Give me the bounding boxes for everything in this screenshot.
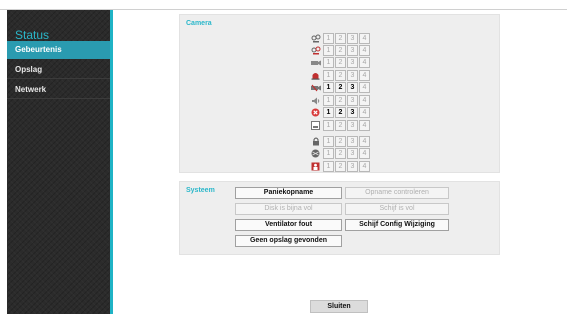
sidebar: Status Gebeurtenis Opslag Netwerk (7, 10, 110, 314)
camera-panel: Camera 123412341234123412341234123412341… (179, 14, 500, 173)
sidebar-item-netwerk[interactable]: Netwerk (7, 81, 110, 99)
channel-cell-3: 3 (347, 82, 358, 93)
channel-cell-4: 4 (359, 33, 370, 44)
channel-cell-2: 2 (335, 95, 346, 106)
disk-config-change-button[interactable]: Schijf Config Wijziging (345, 219, 449, 231)
channel-cell-4: 4 (359, 107, 370, 118)
no-storage-found-button[interactable]: Geen opslag gevonden (235, 235, 342, 247)
channel-cell-3: 3 (347, 107, 358, 118)
video-loss-icon (310, 83, 321, 93)
channel-cell-3: 3 (347, 161, 358, 172)
person-icon (310, 162, 321, 172)
channel-cell-1: 1 (323, 70, 334, 81)
camera-row: 1234 (310, 57, 371, 68)
panic-record-button[interactable]: Paniekopname (235, 187, 342, 199)
sidebar-accent-bar (110, 10, 113, 314)
disk-almost-full-button[interactable]: Disk is bijna vol (235, 203, 342, 215)
camera-row: 1234 (310, 70, 371, 81)
channel-cell-2: 2 (335, 136, 346, 147)
channel-cell-3: 3 (347, 120, 358, 131)
channel-cell-1: 1 (323, 57, 334, 68)
system-title: Systeem (186, 187, 215, 194)
channel-cell-3: 3 (347, 33, 358, 44)
camera-row: 1234 (310, 33, 371, 44)
camera-icon (310, 58, 321, 68)
channel-cell-2: 2 (335, 82, 346, 93)
channel-cell-1: 1 (323, 95, 334, 106)
channel-cell-2: 2 (335, 107, 346, 118)
disk-full-button[interactable]: Schijf is vol (345, 203, 449, 215)
camera-row: 1234 (310, 45, 371, 56)
channel-cell-3: 3 (347, 136, 358, 147)
channel-cell-2: 2 (335, 70, 346, 81)
channel-cell-2: 2 (335, 57, 346, 68)
channel-cell-1: 1 (323, 45, 334, 56)
sidebar-item-gebeurtenis[interactable]: Gebeurtenis (7, 41, 110, 59)
siren-icon (310, 71, 321, 81)
camera-row: 1234 (310, 82, 371, 93)
channel-cell-4: 4 (359, 57, 370, 68)
alarm-in-alert-icon (310, 46, 321, 56)
channel-cell-3: 3 (347, 45, 358, 56)
tamper-icon (310, 149, 321, 159)
camera-row: 1234 (310, 161, 371, 172)
channel-cell-4: 4 (359, 70, 370, 81)
system-panel: Systeem Paniekopname Opname controleren … (179, 181, 500, 255)
channel-cell-3: 3 (347, 148, 358, 159)
top-bar (0, 0, 567, 10)
camera-row: 1234 (310, 95, 371, 106)
camera-title: Camera (186, 20, 212, 27)
channel-cell-1: 1 (323, 148, 334, 159)
stop-icon (310, 108, 321, 118)
channel-cell-2: 2 (335, 148, 346, 159)
channel-cell-4: 4 (359, 148, 370, 159)
channel-cell-3: 3 (347, 57, 358, 68)
channel-cell-4: 4 (359, 120, 370, 131)
sidebar-item-opslag[interactable]: Opslag (7, 61, 110, 79)
channel-cell-4: 4 (359, 136, 370, 147)
alarm-in-icon (310, 34, 321, 44)
channel-cell-4: 4 (359, 45, 370, 56)
channel-cell-1: 1 (323, 33, 334, 44)
channel-cell-2: 2 (335, 33, 346, 44)
channel-cell-1: 1 (323, 161, 334, 172)
lock-icon (310, 137, 321, 147)
disk-icon (310, 121, 321, 131)
channel-cell-1: 1 (323, 107, 334, 118)
channel-cell-1: 1 (323, 136, 334, 147)
channel-cell-4: 4 (359, 161, 370, 172)
channel-cell-1: 1 (323, 82, 334, 93)
channel-cell-2: 2 (335, 161, 346, 172)
camera-row: 1234 (310, 120, 371, 131)
channel-cell-1: 1 (323, 120, 334, 131)
close-button[interactable]: Sluiten (310, 300, 368, 313)
check-recording-button[interactable]: Opname controleren (345, 187, 449, 199)
fan-error-button[interactable]: Ventilator fout (235, 219, 342, 231)
channel-cell-3: 3 (347, 70, 358, 81)
channel-cell-4: 4 (359, 82, 370, 93)
channel-cell-2: 2 (335, 120, 346, 131)
channel-cell-3: 3 (347, 95, 358, 106)
channel-cell-4: 4 (359, 95, 370, 106)
channel-cell-2: 2 (335, 45, 346, 56)
camera-row: 1234 (310, 148, 371, 159)
camera-row: 1234 (310, 136, 371, 147)
sidebar-title: Status (15, 28, 50, 42)
camera-row: 1234 (310, 107, 371, 118)
speaker-icon (310, 96, 321, 106)
